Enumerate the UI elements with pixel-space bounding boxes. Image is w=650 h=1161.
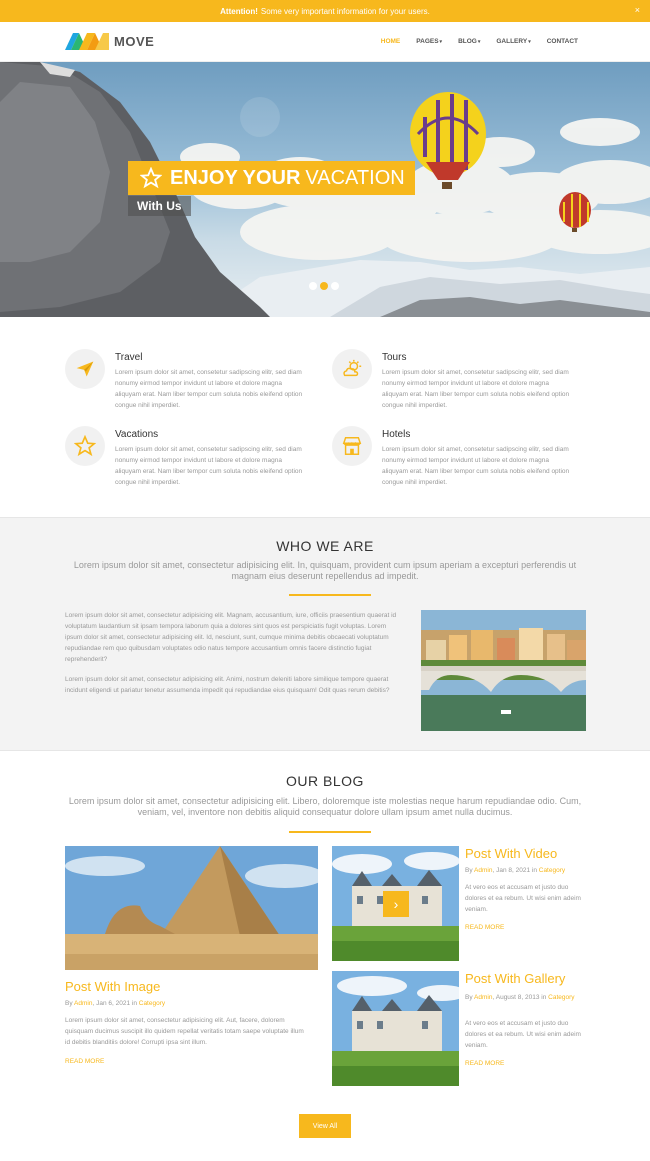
service-text: Lorem ipsum dolor sit amet, consetetur s…: [115, 369, 303, 409]
section-lead: Lorem ipsum dolor sit amet, consectetur …: [73, 560, 577, 581]
star-icon: [74, 435, 96, 457]
post-title[interactable]: Post With Video: [465, 846, 557, 861]
play-video-button[interactable]: ›: [383, 891, 409, 917]
hero-title-light: VACATION: [305, 166, 405, 189]
hero-slider: ENJOY YOUR VACATION With Us: [0, 62, 650, 317]
hero-subtitle: With Us: [128, 196, 191, 216]
service-icon-circle: [332, 426, 372, 466]
slide-dot-2[interactable]: [320, 282, 328, 290]
post-date: , August 8, 2013 in: [492, 994, 547, 1001]
about-paragraph-1: Lorem ipsum dolor sit amet, consectetur …: [65, 612, 397, 663]
view-all-button[interactable]: View All: [299, 1114, 351, 1138]
main-nav: HOME PAGES▾ BLOG▾ GALLERY▾ CONTACT: [365, 38, 578, 45]
meta-by: By: [465, 867, 473, 874]
chevron-down-icon: ▾: [439, 39, 443, 45]
post-title[interactable]: Post With Gallery: [465, 971, 565, 986]
slide-dot-1[interactable]: [309, 282, 317, 290]
nav-gallery[interactable]: GALLERY▾: [496, 38, 530, 45]
service-title: Hotels: [382, 429, 411, 440]
paper-plane-icon: [76, 361, 94, 377]
service-title: Travel: [115, 352, 143, 363]
attention-text: Some very important information for your…: [260, 6, 430, 16]
logo-text: MOVE: [114, 34, 155, 49]
close-banner-button[interactable]: ×: [635, 5, 640, 15]
post-title[interactable]: Post With Image: [65, 979, 160, 994]
logo[interactable]: MOVE: [65, 33, 154, 50]
service-title: Tours: [382, 352, 407, 363]
service-text: Lorem ipsum dolor sit amet, consetetur s…: [382, 446, 570, 486]
nav-gallery-label: GALLERY: [496, 38, 528, 45]
section-title: WHO WE ARE: [276, 538, 374, 554]
nav-contact-label: CONTACT: [546, 38, 578, 45]
post-excerpt: At vero eos et accusam et justo duo dolo…: [465, 1020, 581, 1049]
about-paragraph-2: Lorem ipsum dolor sit amet, consectetur …: [65, 676, 390, 694]
meta-by: By: [465, 994, 473, 1001]
chevron-down-icon: ▾: [528, 39, 531, 45]
read-more-link[interactable]: READ MORE: [465, 1060, 504, 1067]
chevron-right-icon: ›: [393, 896, 399, 912]
title-divider: [289, 831, 371, 833]
service-text: Lorem ipsum dolor sit amet, consetetur s…: [115, 446, 303, 486]
who-we-are-section: WHO WE ARE Lorem ipsum dolor sit amet, c…: [0, 517, 650, 751]
service-text: Lorem ipsum dolor sit amet, consetetur s…: [382, 369, 570, 409]
section-lead: Lorem ipsum dolor sit amet, consectetur …: [68, 796, 582, 817]
service-icon-circle: [332, 349, 372, 389]
read-more-link[interactable]: READ MORE: [465, 924, 504, 931]
nav-pages[interactable]: PAGES▾: [416, 38, 442, 45]
nav-contact[interactable]: CONTACT: [547, 38, 578, 45]
read-more-link[interactable]: READ MORE: [65, 1058, 104, 1065]
blog-section: OUR BLOG Lorem ipsum dolor sit amet, con…: [0, 751, 650, 1161]
category-link[interactable]: Category: [548, 994, 574, 1001]
post-meta: By Admin, Jan 6, 2021 in Category: [65, 1000, 165, 1007]
author-link[interactable]: Admin: [474, 867, 492, 874]
title-divider: [289, 594, 371, 596]
nav-home-label: HOME: [380, 38, 401, 45]
about-image: [421, 610, 586, 731]
service-icon-circle: [65, 426, 105, 466]
nav-home[interactable]: HOME: [381, 38, 401, 45]
slide-dot-3[interactable]: [331, 282, 339, 290]
post-date: , Jan 6, 2021 in: [92, 1000, 137, 1007]
attention-label: Attention!: [220, 6, 258, 16]
site-header: MOVE HOME PAGES▾ BLOG▾ GALLERY▾ CONTACT: [0, 22, 650, 62]
post-excerpt: Lorem ipsum dolor sit amet, consectetur …: [65, 1017, 304, 1046]
author-link[interactable]: Admin: [474, 994, 492, 1001]
nav-pages-label: PAGES: [416, 38, 439, 45]
star-icon: [140, 167, 162, 189]
post-image-castle-gallery[interactable]: [332, 971, 459, 1086]
hero-title-bold: ENJOY YOUR: [170, 166, 301, 189]
sun-cloud-icon: [343, 359, 362, 377]
category-link[interactable]: Category: [139, 1000, 165, 1007]
attention-banner: Attention! Some very important informati…: [0, 0, 650, 22]
nav-blog-label: BLOG: [458, 38, 477, 45]
slider-pagination: [309, 282, 339, 290]
nav-blog[interactable]: BLOG▾: [458, 38, 480, 45]
services-section: Travel Lorem ipsum dolor sit amet, conse…: [0, 317, 650, 517]
service-title: Vacations: [115, 429, 159, 440]
meta-by: By: [65, 1000, 73, 1007]
shop-icon: [342, 437, 362, 455]
service-icon-circle: [65, 349, 105, 389]
chevron-down-icon: ▾: [477, 39, 481, 45]
logo-mark-icon: [65, 33, 109, 50]
post-meta: By Admin, August 8, 2013 in Category: [465, 992, 585, 1003]
hero-subtitle-text: With Us: [128, 196, 191, 216]
post-image-pyramid[interactable]: [65, 846, 318, 970]
hero-headline: ENJOY YOUR VACATION: [128, 161, 415, 195]
category-link[interactable]: Category: [539, 867, 565, 874]
section-title: OUR BLOG: [286, 773, 364, 789]
author-link[interactable]: Admin: [74, 1000, 92, 1007]
post-meta: By Admin, Jan 8, 2021 in Category: [465, 867, 565, 874]
post-excerpt: At vero eos et accusam et justo duo dolo…: [465, 884, 581, 913]
post-date: , Jan 8, 2021 in: [492, 867, 537, 874]
